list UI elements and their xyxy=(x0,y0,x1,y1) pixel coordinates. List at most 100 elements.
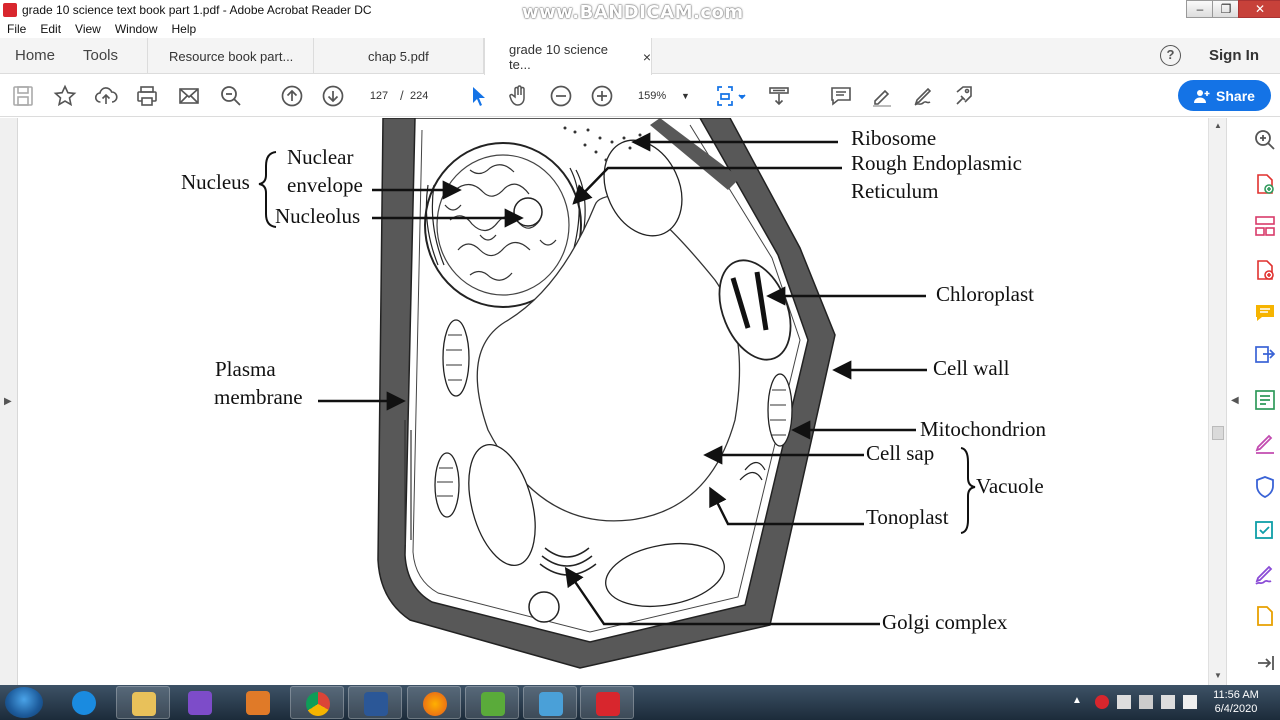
label-rough-er-2: Reticulum xyxy=(851,179,939,203)
tab-close-icon[interactable]: × xyxy=(643,49,651,65)
collapse-panel-icon[interactable]: ◀ xyxy=(1231,395,1239,406)
file-explorer-icon[interactable] xyxy=(116,686,170,719)
minimize-button[interactable]: – xyxy=(1186,0,1214,18)
save-icon[interactable] xyxy=(11,84,35,108)
menu-file[interactable]: File xyxy=(7,22,26,36)
more-tools-icon[interactable] xyxy=(953,84,977,108)
print-icon[interactable] xyxy=(135,84,159,108)
label-rough-er-1: Rough Endoplasmic xyxy=(851,151,1022,175)
zoom-search-icon[interactable] xyxy=(1253,128,1277,152)
home-link[interactable]: Home xyxy=(15,38,55,74)
vertical-scrollbar[interactable]: ▲ ▼ xyxy=(1208,118,1226,685)
protect-shield-icon[interactable] xyxy=(1253,475,1277,499)
chrome-icon[interactable] xyxy=(290,686,344,719)
label-tonoplast: Tonoplast xyxy=(866,505,949,529)
label-mitochondrion: Mitochondrion xyxy=(920,417,1046,441)
more-files-icon[interactable] xyxy=(1253,604,1277,628)
label-nucleolus: Nucleolus xyxy=(275,204,361,228)
help-icon[interactable]: ? xyxy=(1160,45,1181,66)
toolbar: 127 / 224 159% ▼ Share xyxy=(0,75,1280,117)
fill-sign-icon[interactable] xyxy=(912,84,936,108)
menu-view[interactable]: View xyxy=(75,22,101,36)
page-total: 224 xyxy=(410,90,429,102)
share-label: Share xyxy=(1216,87,1255,104)
next-page-icon[interactable] xyxy=(321,84,345,108)
previous-page-icon[interactable] xyxy=(280,84,304,108)
tray-device-icon[interactable] xyxy=(1139,695,1153,709)
sign-in-link[interactable]: Sign In xyxy=(1209,47,1259,64)
share-button[interactable]: Share xyxy=(1178,80,1271,111)
acrobat-taskbar-icon[interactable] xyxy=(580,686,634,719)
zoom-value: 159% xyxy=(638,90,667,102)
scroll-mode-icon[interactable] xyxy=(767,84,791,108)
fill-sign-panel-icon[interactable] xyxy=(1253,431,1277,455)
tools-link[interactable]: Tools xyxy=(83,38,118,74)
create-pdf-icon[interactable] xyxy=(1253,172,1277,196)
menu-edit[interactable]: Edit xyxy=(40,22,61,36)
tab-grade10-science[interactable]: grade 10 science te... × xyxy=(484,38,652,75)
label-vacuole: Vacuole xyxy=(976,474,1044,498)
hand-tool-icon[interactable] xyxy=(507,84,531,108)
zoom-in-icon[interactable] xyxy=(590,84,614,108)
start-button-icon[interactable] xyxy=(5,687,43,718)
firefox-icon[interactable] xyxy=(407,686,461,719)
zoom-dropdown[interactable]: 159% ▼ xyxy=(632,85,692,107)
sign-pen-icon[interactable] xyxy=(1253,562,1277,586)
fit-page-icon[interactable] xyxy=(715,84,749,108)
remote-desktop-icon[interactable] xyxy=(523,686,577,719)
tray-app-icon[interactable] xyxy=(1095,695,1109,709)
page-number-input[interactable]: 127 xyxy=(362,85,396,107)
chevron-down-icon: ▼ xyxy=(681,91,690,101)
export-pdf-icon[interactable] xyxy=(1253,258,1277,282)
label-chloroplast: Chloroplast xyxy=(936,282,1034,306)
upload-cloud-icon[interactable] xyxy=(94,84,118,108)
optimize-pdf-icon[interactable] xyxy=(1253,518,1277,542)
green-app-icon[interactable] xyxy=(465,686,519,719)
add-person-icon xyxy=(1194,89,1210,103)
organize-pages-icon[interactable] xyxy=(1253,214,1277,238)
network-icon[interactable] xyxy=(1161,695,1175,709)
comment-icon[interactable] xyxy=(829,84,853,108)
windows-taskbar: ▲ 11:56 AM 6/4/2020 xyxy=(0,685,1280,720)
label-plasma: Plasma xyxy=(215,357,276,381)
label-nuclear: Nuclear xyxy=(287,145,354,169)
tab-chap5[interactable]: chap 5.pdf xyxy=(314,38,484,74)
comment-panel-icon[interactable] xyxy=(1253,301,1277,325)
expand-left-panel-icon[interactable]: ▶ xyxy=(4,396,12,407)
email-icon[interactable] xyxy=(177,84,201,108)
document-view[interactable]: ▶ Nucleus Nuclear envelope Nucleolus Pla… xyxy=(0,118,1226,685)
label-nucleus: Nucleus xyxy=(181,170,250,194)
highlight-pen-icon[interactable] xyxy=(870,84,894,108)
scroll-thumb[interactable] xyxy=(1212,426,1224,440)
zoom-out-icon[interactable] xyxy=(549,84,573,108)
volume-icon[interactable] xyxy=(1183,695,1197,709)
label-envelope: envelope xyxy=(287,173,363,197)
left-nav-gutter: ▶ xyxy=(0,118,18,685)
tab-label: chap 5.pdf xyxy=(368,48,429,64)
system-clock[interactable]: 11:56 AM 6/4/2020 xyxy=(1208,688,1264,716)
page-separator: / xyxy=(400,88,404,103)
close-window-button[interactable]: ✕ xyxy=(1238,0,1280,18)
send-compare-icon[interactable] xyxy=(1253,344,1277,368)
label-cell-wall: Cell wall xyxy=(933,356,1010,380)
word-icon[interactable] xyxy=(348,686,402,719)
internet-explorer-icon[interactable] xyxy=(57,686,111,719)
right-tools-panel: ◀ xyxy=(1226,118,1280,685)
bookmark-star-icon[interactable] xyxy=(53,84,77,108)
scroll-up-icon[interactable]: ▲ xyxy=(1214,121,1222,130)
media-player-icon[interactable] xyxy=(231,686,285,719)
scroll-down-icon[interactable]: ▼ xyxy=(1214,671,1222,680)
visual-studio-icon[interactable] xyxy=(173,686,227,719)
scan-enhance-icon[interactable] xyxy=(1253,388,1277,412)
select-cursor-icon[interactable] xyxy=(466,84,490,108)
search-icon[interactable] xyxy=(219,84,243,108)
title-bar: grade 10 science text book part 1.pdf - … xyxy=(0,0,1280,23)
menu-window[interactable]: Window xyxy=(115,22,158,36)
window-title: grade 10 science text book part 1.pdf - … xyxy=(22,3,372,17)
show-hidden-icons-icon[interactable]: ▲ xyxy=(1072,695,1086,709)
restore-button[interactable]: ❐ xyxy=(1212,0,1240,18)
menu-help[interactable]: Help xyxy=(172,22,197,36)
collapse-right-arrow-icon[interactable] xyxy=(1253,651,1277,675)
action-center-flag-icon[interactable] xyxy=(1117,695,1131,709)
tab-resource-book[interactable]: Resource book part... xyxy=(147,38,314,74)
